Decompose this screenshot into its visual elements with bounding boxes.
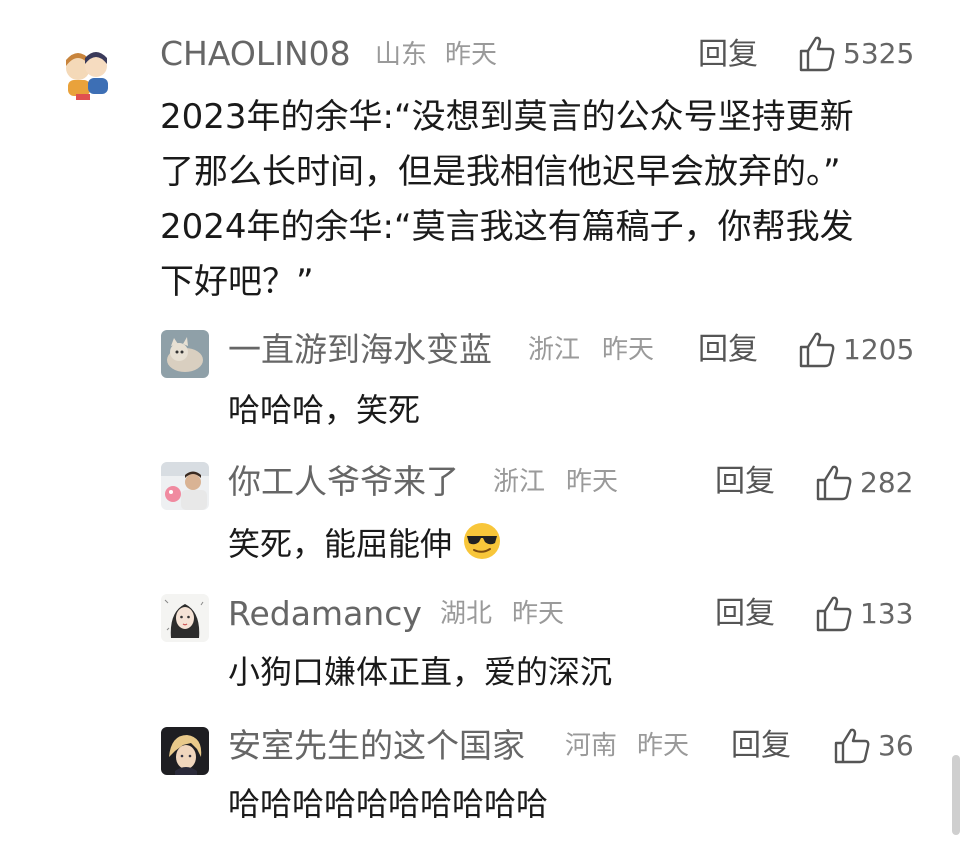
- reply-time: 昨天: [637, 731, 690, 761]
- like-button[interactable]: 282: [814, 463, 913, 503]
- thumbs-up-icon: [816, 596, 852, 632]
- reply-button[interactable]: 回复: [698, 40, 758, 70]
- reply-location: 河南: [565, 731, 618, 761]
- reply-button[interactable]: 回复: [731, 731, 791, 761]
- comment-body-line: 2024年的余华:“莫言我这有篇稿子，你帮我发: [160, 207, 854, 247]
- reply-button[interactable]: 回复: [715, 467, 775, 497]
- reply-body: 哈哈哈哈哈哈哈哈哈哈: [228, 785, 549, 823]
- girl-illustration-avatar[interactable]: [161, 594, 209, 642]
- like-count: 36: [878, 729, 914, 762]
- reply-time: 昨天: [512, 599, 565, 629]
- reply-button[interactable]: 回复: [715, 599, 775, 629]
- thumbs-up-icon: [834, 728, 870, 764]
- reply-time: 昨天: [566, 467, 619, 497]
- comment-section: CHAOLIN08 山东 昨天 回复 5325 2023年的余华:“没想到莫言的…: [0, 0, 960, 842]
- scrollbar[interactable]: [952, 755, 960, 835]
- like-count: 5325: [843, 37, 915, 70]
- reply-location: 湖北: [440, 599, 493, 629]
- reply-location: 浙江: [493, 467, 546, 497]
- reply-username[interactable]: 你工人爷爷来了: [228, 465, 459, 498]
- reply-username[interactable]: 安室先生的这个国家: [228, 729, 525, 762]
- like-button[interactable]: 133: [814, 594, 913, 634]
- anime-character-avatar[interactable]: [161, 727, 209, 775]
- reply-time: 昨天: [602, 335, 655, 365]
- comment-username[interactable]: CHAOLIN08: [160, 37, 351, 70]
- like-count: 1205: [843, 333, 915, 366]
- person-photo-avatar[interactable]: [161, 462, 209, 510]
- reply-body-text: 笑死，能屈能伸: [228, 525, 453, 563]
- comment-time: 昨天: [445, 40, 498, 70]
- reply-body: 哈哈哈，笑死: [228, 391, 421, 429]
- reply-body: 笑死，能屈能伸: [228, 521, 502, 566]
- like-button[interactable]: 1205: [797, 330, 914, 370]
- reply-location: 浙江: [528, 335, 581, 365]
- reply-username[interactable]: Redamancy: [228, 597, 422, 630]
- cat-photo-avatar[interactable]: [161, 330, 209, 378]
- reply-button[interactable]: 回复: [698, 335, 758, 365]
- anime-boy-girl-avatar[interactable]: [56, 44, 118, 106]
- like-count: 282: [860, 466, 914, 499]
- thumbs-up-icon: [799, 332, 835, 368]
- like-button[interactable]: 36: [832, 726, 914, 766]
- thumbs-up-icon: [816, 465, 852, 501]
- reply-body: 小狗口嫌体正直，爱的深沉: [228, 653, 613, 691]
- comment-body-line: 2023年的余华:“没想到莫言的公众号坚持更新: [160, 97, 854, 137]
- like-button[interactable]: 5325: [797, 34, 914, 74]
- sunglasses-emoji-icon: [464, 523, 501, 559]
- comment-location: 山东: [375, 40, 428, 70]
- comment-body-line: 下好吧？”: [160, 262, 314, 302]
- comment-body-line: 了那么长时间，但是我相信他迟早会放弃的。”: [160, 152, 841, 192]
- like-count: 133: [860, 597, 914, 630]
- comment-body: 2023年的余华:“没想到莫言的公众号坚持更新 了那么长时间，但是我相信他迟早会…: [160, 90, 854, 310]
- reply-username[interactable]: 一直游到海水变蓝: [228, 333, 492, 366]
- thumbs-up-icon: [799, 36, 835, 72]
